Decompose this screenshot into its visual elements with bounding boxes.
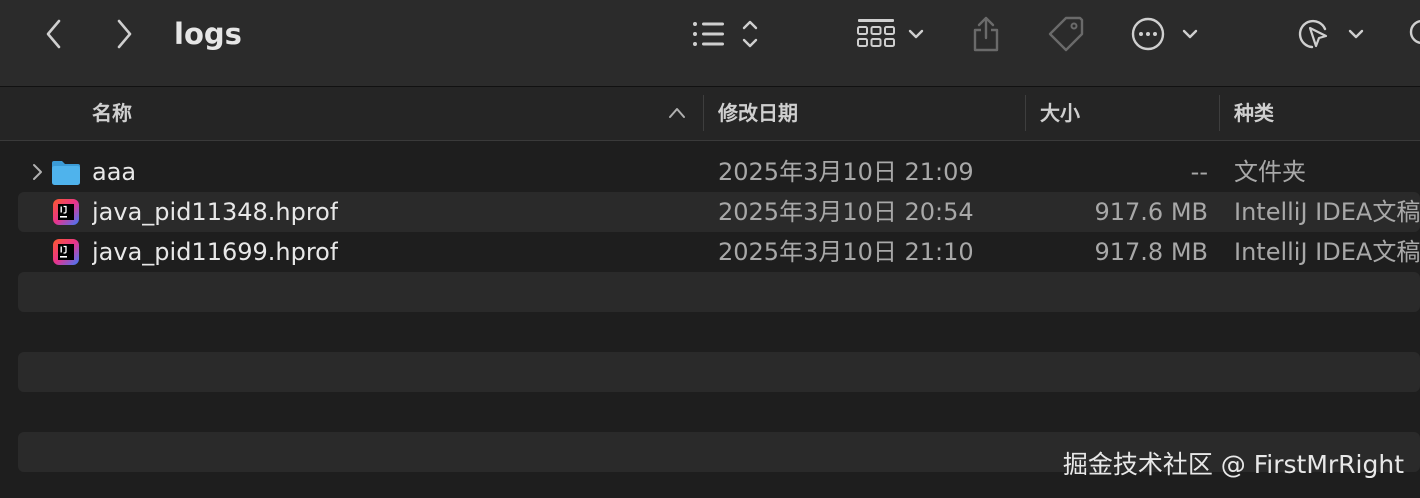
column-header: 名称 修改日期 大小 种类 (0, 87, 1420, 141)
column-name-header[interactable]: 名称 (92, 87, 292, 140)
file-modified: 2025年3月10日 21:09 (718, 158, 974, 186)
file-modified: 2025年3月10日 21:10 (718, 238, 974, 266)
folder-icon (50, 156, 82, 188)
column-kind-header[interactable]: 种类 (1234, 87, 1414, 140)
file-row-java-pid11348[interactable]: java_pid11348.hprof 2025年3月10日 20:54 917… (18, 192, 1420, 232)
empty-row (18, 352, 1420, 392)
tag-icon (1046, 14, 1086, 54)
tag-button[interactable] (1044, 14, 1088, 54)
file-row-aaa[interactable]: aaa 2025年3月10日 21:09 -- 文件夹 (18, 152, 1420, 192)
chevron-left-icon (44, 18, 64, 50)
file-name: java_pid11348.hprof (92, 198, 339, 226)
more-actions-button[interactable] (1128, 14, 1204, 54)
column-divider[interactable] (703, 95, 704, 131)
share-button[interactable] (966, 12, 1006, 56)
forward-button[interactable] (106, 14, 142, 54)
file-row-java-pid11699[interactable]: java_pid11699.hprof 2025年3月10日 21:10 917… (18, 232, 1420, 272)
window-title: logs (174, 17, 242, 51)
file-size: -- (1190, 158, 1208, 186)
share-icon (970, 14, 1002, 54)
disclosure-triangle-icon[interactable] (28, 162, 48, 182)
ellipsis-circle-icon (1128, 16, 1204, 52)
column-size-header[interactable]: 大小 (1040, 87, 1200, 140)
markup-button[interactable] (1294, 14, 1370, 54)
column-divider[interactable] (1219, 95, 1220, 131)
file-name: aaa (92, 158, 137, 186)
group-button[interactable] (854, 14, 930, 54)
file-kind: IntelliJ IDEA文稿 (1234, 198, 1420, 226)
sort-ascending-icon[interactable] (668, 104, 686, 126)
chevron-right-icon (114, 18, 134, 50)
search-icon (1404, 14, 1420, 54)
empty-row (18, 272, 1420, 312)
back-button[interactable] (36, 14, 72, 54)
view-options-button[interactable] (688, 14, 764, 54)
intellij-file-icon (50, 236, 82, 268)
toolbar: logs (0, 0, 1420, 87)
grid-view-icon (854, 16, 930, 52)
column-modified-header[interactable]: 修改日期 (718, 87, 998, 140)
file-size: 917.6 MB (1094, 198, 1208, 226)
list-view-icon (688, 16, 764, 52)
file-kind: IntelliJ IDEA文稿 (1234, 238, 1420, 266)
watermark: 掘金技术社区 @ FirstMrRight (1062, 450, 1404, 479)
pointer-markup-icon (1294, 16, 1370, 52)
file-name: java_pid11699.hprof (92, 238, 339, 266)
column-divider[interactable] (1025, 95, 1026, 131)
file-size: 917.8 MB (1094, 238, 1208, 266)
file-kind: 文件夹 (1234, 158, 1306, 186)
intellij-file-icon (50, 196, 82, 228)
file-modified: 2025年3月10日 20:54 (718, 198, 974, 226)
search-button[interactable] (1404, 14, 1420, 54)
